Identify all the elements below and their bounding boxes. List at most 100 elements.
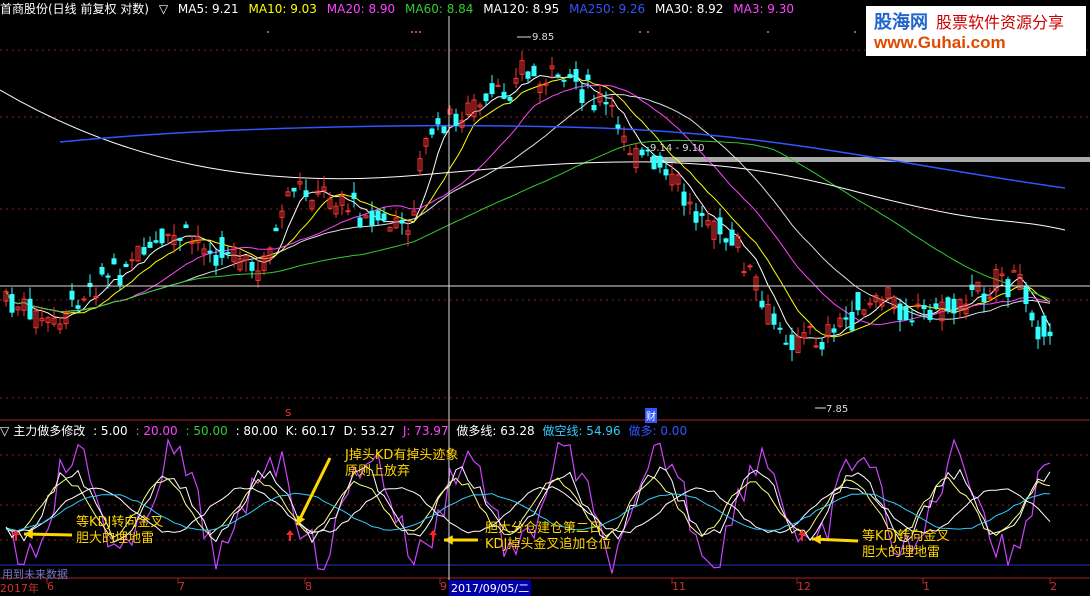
buy-arrow-icon [286, 530, 294, 541]
candle-body [489, 83, 495, 95]
candle-body [579, 89, 585, 104]
annotation-line: J掉头KD有掉头迹象 [345, 448, 459, 463]
candle-body [483, 93, 489, 102]
candle-body [369, 210, 375, 226]
date-label-11: 11 [672, 580, 686, 593]
ma5-line [5, 74, 1051, 339]
date-label-8: 8 [305, 580, 312, 593]
ma5-label: MA5: 9.21 [177, 2, 239, 16]
annotation-line: 原则上放弃 [345, 464, 411, 479]
annotation-abandon: J掉头KD有掉头迹象 原则上放弃 [345, 448, 458, 480]
candle-body [573, 69, 579, 82]
ma10-label: MA10: 9.03 [248, 2, 317, 16]
candle-body [1047, 331, 1053, 337]
ma30-label: MA30: 8.92 [655, 2, 724, 16]
candle-body [27, 298, 33, 320]
chart-header: 首商股份(日线 前复权 对数) ▽ MA5: 9.21 MA10: 9.03 M… [0, 0, 800, 16]
signal-dot [267, 31, 269, 33]
stock-title: 首商股份(日线 前复权 对数) [0, 2, 149, 16]
signal-dot [639, 31, 641, 33]
logo-url: www.Guhai.com [874, 33, 1006, 52]
long-signal-value: 做多: 0.00 [628, 424, 688, 438]
candle-body [897, 303, 903, 321]
candle-body [813, 345, 819, 348]
chart-window[interactable]: 首商股份(日线 前复权 对数) ▽ MA5: 9.21 MA10: 9.03 M… [0, 0, 1090, 596]
buy-arrow-icon [429, 530, 437, 541]
candle-body [1035, 326, 1041, 340]
candle-body [81, 298, 87, 301]
candle-body [729, 229, 735, 246]
param-20: : 20.00 [135, 424, 178, 438]
candle-body [699, 212, 705, 216]
price-chart[interactable] [0, 0, 1090, 594]
candle-body [819, 342, 825, 350]
pointer-arrow-icon [295, 457, 332, 526]
candle-body [123, 263, 129, 268]
candle-body [951, 298, 957, 314]
candle-body [1023, 286, 1029, 305]
candle-body [117, 275, 123, 286]
ma250-label: MA250: 9.26 [569, 2, 646, 16]
ma-toggle[interactable]: ▽ [159, 2, 168, 16]
candle-body [99, 266, 105, 275]
date-label-12: 12 [797, 580, 811, 593]
candle-body [441, 126, 447, 134]
candle-body [147, 241, 153, 248]
candle-body [75, 305, 81, 309]
candle-body [789, 334, 795, 351]
candle-body [399, 219, 405, 224]
candle-body [525, 71, 531, 79]
candle-body [375, 210, 381, 221]
date-label-2: 2 [1050, 580, 1057, 593]
candle-body [435, 118, 441, 125]
candle-body [357, 217, 363, 228]
candle-body [555, 74, 561, 77]
low-price-label: 7.85 [826, 404, 849, 415]
candle-body [225, 252, 231, 255]
candle-body [903, 306, 909, 321]
candle-body [303, 190, 309, 198]
candle-body [981, 293, 987, 303]
candle-body [159, 228, 165, 244]
candle-body [615, 124, 621, 129]
candle-body [351, 192, 357, 199]
param-50: : 50.00 [185, 424, 228, 438]
candle-body [945, 297, 951, 312]
high-price-label: 9.85 [532, 32, 555, 43]
ma250-line [59, 124, 1066, 189]
guhai-logo: 股海网 股票软件资源分享 www.Guhai.com [866, 6, 1086, 56]
signal-dot [854, 31, 856, 33]
candle-body [561, 79, 567, 82]
candle-body [249, 262, 255, 271]
candle-body [681, 191, 687, 206]
candle-body [651, 155, 657, 170]
candle-body [1041, 315, 1047, 337]
param-80: : 80.00 [235, 424, 278, 438]
candle-body [603, 101, 609, 105]
candle-body [453, 113, 459, 126]
candle-body [585, 74, 591, 80]
candle-body [663, 169, 669, 176]
range-label: 9.14 - 9.10 [650, 143, 705, 154]
candle-body [741, 271, 747, 274]
candle-body [747, 265, 753, 268]
indicator-toggle[interactable]: ▽ [0, 424, 9, 438]
candle-body [717, 217, 723, 235]
annotation-line: 胆大的埋地雷 [76, 531, 155, 546]
date-axis[interactable]: 2017年 6 7 8 9 2017/09/05/二 11 12 1 2 [0, 580, 1090, 596]
annotation-line: 胆大分仓建仓第二日 [485, 521, 603, 536]
candle-body [531, 65, 537, 77]
pointer-arrow-icon-head [444, 535, 453, 545]
candle-body [381, 213, 387, 221]
candle-body [105, 275, 111, 278]
ma10-line [5, 75, 1051, 338]
candle-body [129, 259, 135, 262]
candle-body [153, 240, 159, 243]
date-label-9: 9 [440, 580, 447, 593]
candle-body [69, 290, 75, 300]
event-cai-marker[interactable]: 财 [645, 408, 657, 423]
signal-dot [767, 31, 769, 33]
candle-body [639, 149, 645, 156]
ma60-label: MA60: 8.84 [405, 2, 474, 16]
d-value: D: 53.27 [343, 424, 395, 438]
